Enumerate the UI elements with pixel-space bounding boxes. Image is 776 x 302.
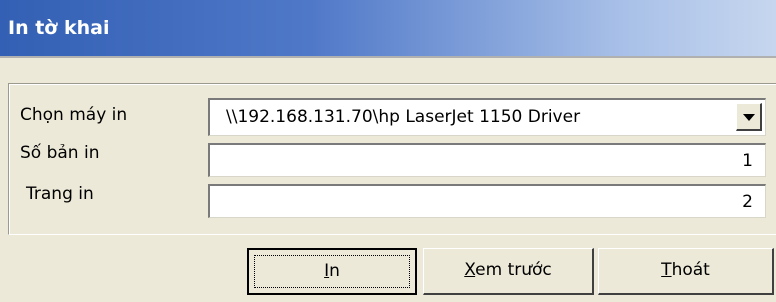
printer-dropdown-button[interactable] [736, 103, 762, 131]
exit-button-label: hoát [671, 260, 710, 280]
title-bar[interactable]: In tờ khai [0, 0, 776, 58]
preview-button-label: em trước [475, 260, 552, 280]
printer-label: Chọn máy in [20, 105, 128, 125]
chevron-down-icon [743, 114, 755, 121]
preview-button[interactable]: Xem trước [423, 248, 594, 295]
copies-value: 1 [742, 151, 753, 171]
exit-button-mnemonic: T [661, 260, 672, 280]
pages-input[interactable]: 2 [208, 184, 766, 218]
pages-value: 2 [742, 192, 753, 212]
focus-rectangle [254, 255, 410, 288]
pages-label: Trang in [26, 184, 94, 204]
copies-input[interactable]: 1 [208, 143, 766, 177]
copies-label: Số bản in [20, 143, 100, 163]
print-button[interactable]: In [247, 248, 417, 295]
print-declaration-dialog: In tờ khai Chọn máy in \\192.168.131.70\… [0, 0, 776, 302]
window-title: In tờ khai [8, 17, 110, 39]
preview-button-mnemonic: X [464, 260, 476, 280]
printer-select-value: \\192.168.131.70\hp LaserJet 1150 Driver [226, 107, 581, 127]
exit-button[interactable]: Thoát [598, 248, 774, 295]
printer-select[interactable]: \\192.168.131.70\hp LaserJet 1150 Driver [208, 98, 766, 136]
